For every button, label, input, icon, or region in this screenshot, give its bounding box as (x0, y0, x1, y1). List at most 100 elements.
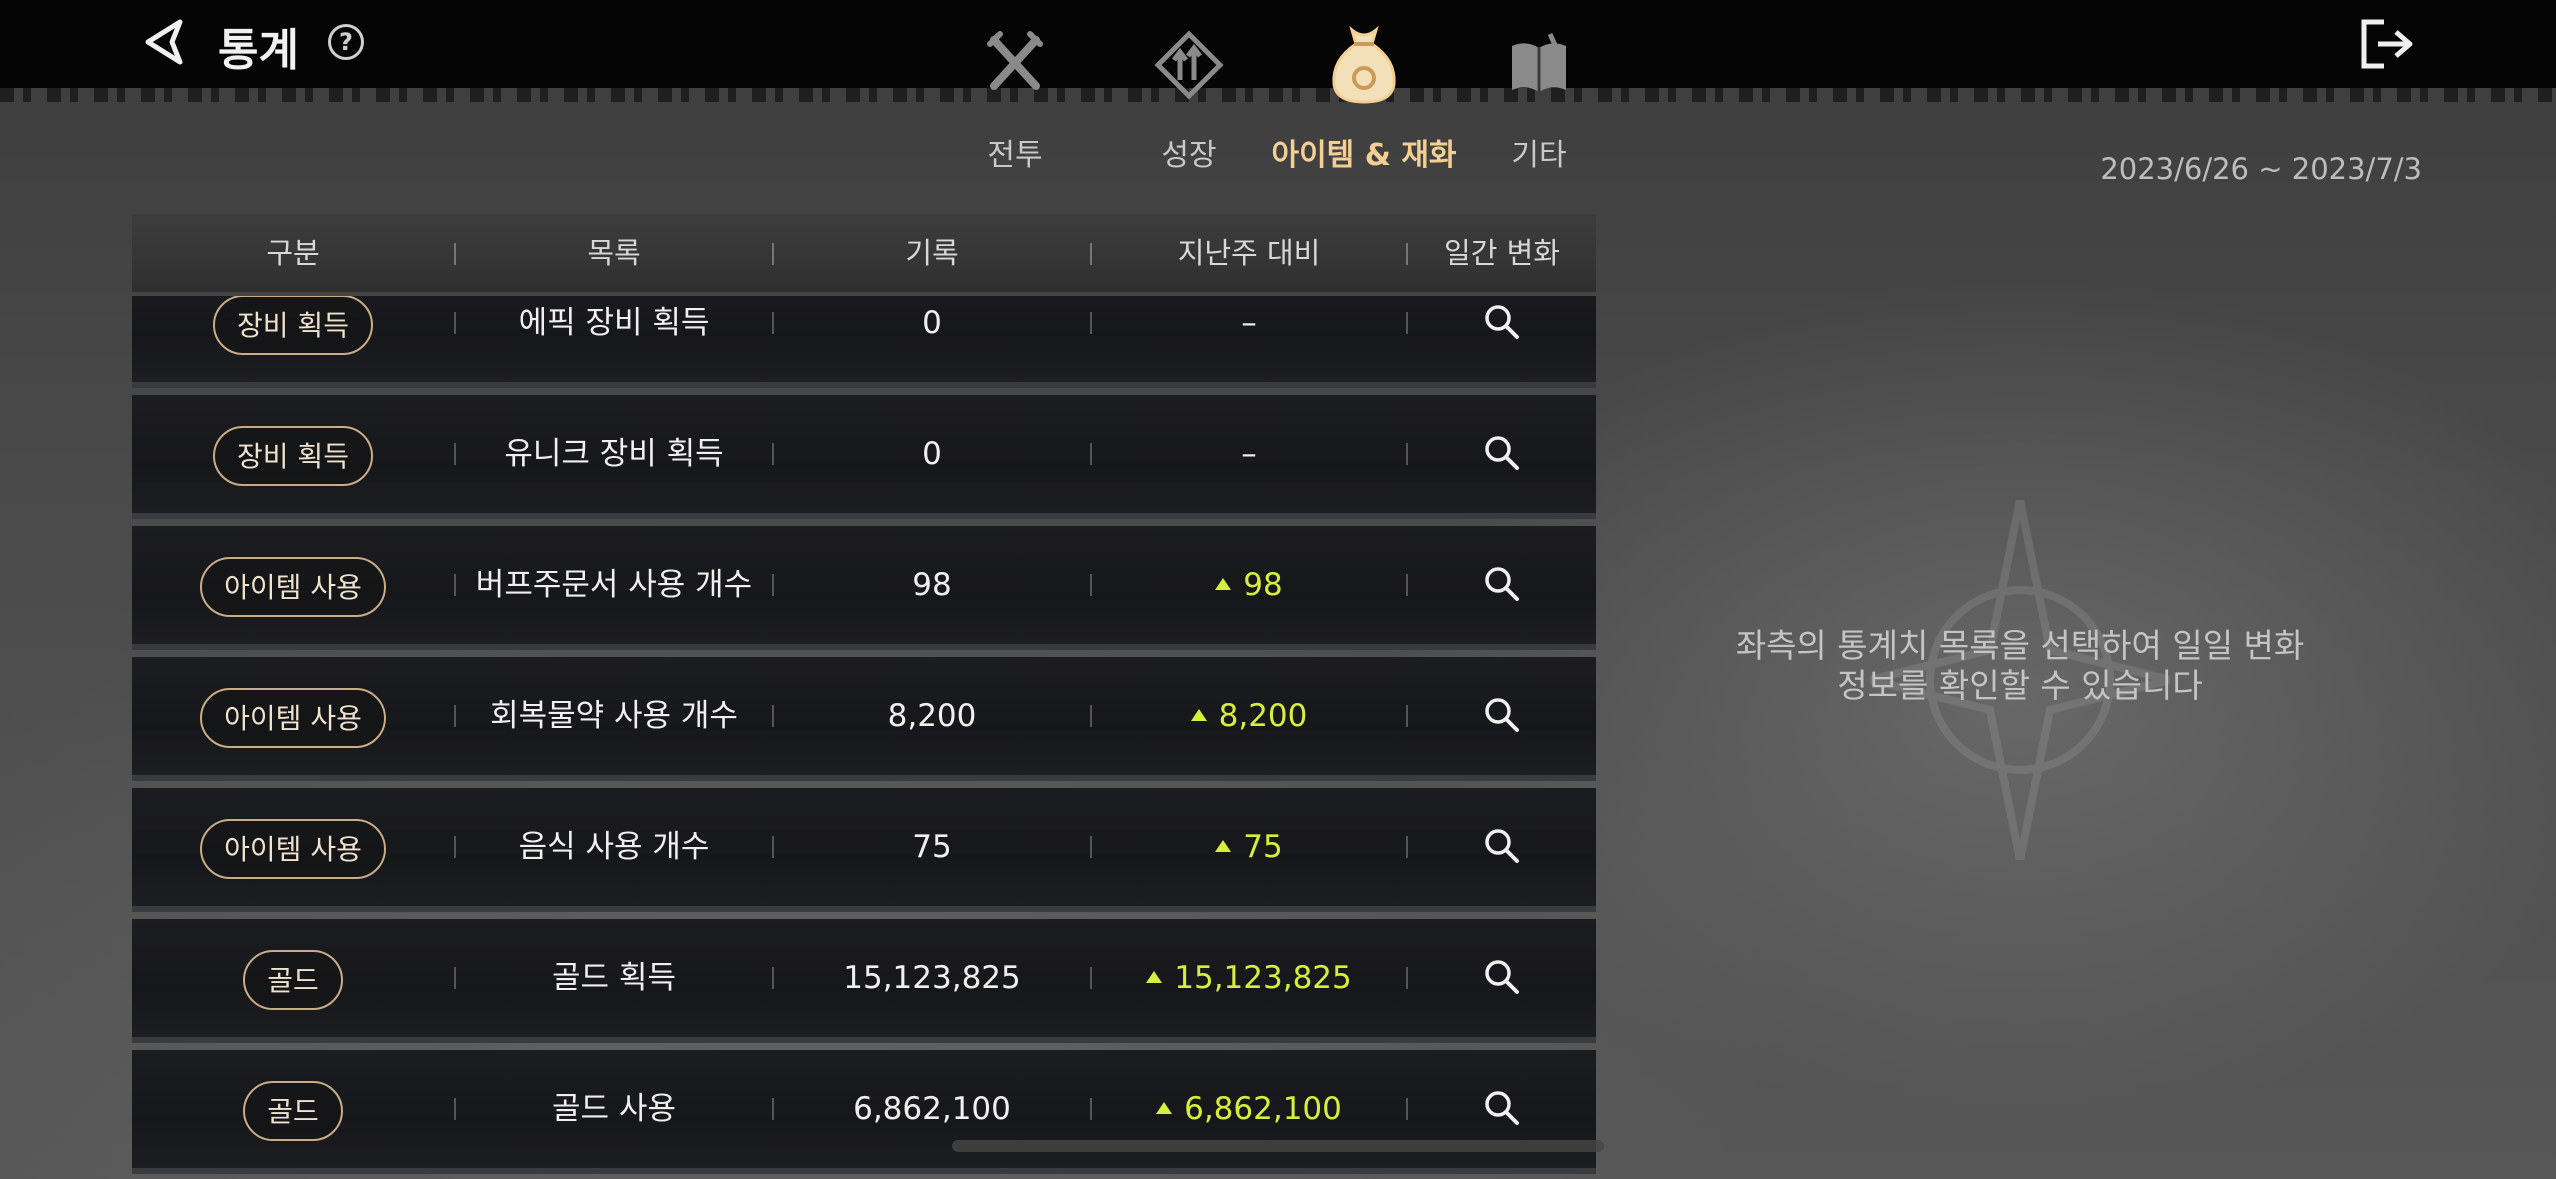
record-value: 0 (922, 305, 942, 341)
record-value: 0 (922, 436, 942, 472)
column-divider (772, 312, 774, 334)
tab-etc[interactable]: 기타 (1444, 22, 1634, 173)
category-cell: 골드 (132, 919, 454, 1037)
column-divider (772, 1098, 774, 1120)
increase-triangle-icon (1215, 577, 1232, 590)
search-icon[interactable] (1482, 695, 1522, 735)
column-divider (454, 967, 456, 989)
header-category: 구분 (266, 236, 320, 270)
column-divider (1406, 443, 1408, 465)
back-arrow-icon[interactable] (140, 16, 192, 68)
growth-arrows-icon (1154, 30, 1224, 100)
vs-last-week-value: 98 (1243, 567, 1283, 603)
vs-last-week-value: – (1241, 305, 1257, 341)
vs-last-week-cell: 8,200 (1092, 657, 1406, 775)
tab-combat[interactable]: 전투 (920, 22, 1110, 173)
column-divider (454, 574, 456, 596)
column-divider (1406, 574, 1408, 596)
table-header: 구분 목록 기록 지난주 대비 일간 변화 (132, 214, 1596, 292)
category-cell: 아이템 사용 (132, 526, 454, 644)
item-name: 버프주문서 사용 개수 (475, 567, 753, 603)
column-divider (1090, 1098, 1092, 1120)
money-bag-icon (1332, 25, 1396, 104)
vs-last-week-value: 8,200 (1218, 698, 1308, 734)
column-divider (1406, 1098, 1408, 1120)
vs-last-week-cell: 75 (1092, 788, 1406, 906)
category-cell: 아이템 사용 (132, 788, 454, 906)
item-name: 회복물약 사용 개수 (490, 698, 738, 734)
column-divider (454, 312, 456, 334)
vs-last-week-cell: – (1092, 296, 1406, 382)
column-divider (1406, 312, 1408, 334)
item-name: 음식 사용 개수 (518, 829, 710, 865)
tab-growth[interactable]: 성장 (1094, 22, 1284, 173)
tab-label: 성장 (1161, 138, 1217, 173)
table-row[interactable]: 아이템 사용 버프주문서 사용 개수 98 98 (132, 526, 1596, 650)
search-icon[interactable] (1482, 564, 1522, 604)
search-icon[interactable] (1482, 826, 1522, 866)
vs-last-week-value: 15,123,825 (1174, 960, 1352, 996)
hint-line-2: 정보를 확인할 수 있습니다 (1837, 666, 2203, 705)
category-badge: 장비 획득 (213, 296, 373, 355)
header-record: 기록 (905, 236, 959, 270)
column-divider (772, 967, 774, 989)
record-value: 15,123,825 (843, 960, 1021, 996)
column-divider (1090, 312, 1092, 334)
tab-label: 아이템 & 재화 (1271, 138, 1457, 173)
table-row[interactable]: 장비 획득 에픽 장비 획득 0 – (132, 296, 1596, 388)
tab-label: 기타 (1511, 138, 1567, 173)
column-divider (1090, 443, 1092, 465)
tab-items-currency[interactable]: 아이템 & 재화 (1264, 22, 1464, 173)
vs-last-week-value: – (1241, 436, 1257, 472)
category-badge: 아이템 사용 (200, 556, 386, 617)
search-icon[interactable] (1482, 302, 1522, 342)
increase-triangle-icon (1156, 1101, 1173, 1114)
page-title: 통계 (218, 25, 299, 76)
search-icon[interactable] (1482, 1088, 1522, 1128)
column-divider (1090, 574, 1092, 596)
search-icon[interactable] (1482, 433, 1522, 473)
table-row[interactable]: 골드 골드 사용 6,862,100 6,862,100 (132, 1050, 1596, 1174)
help-button[interactable]: ? (328, 24, 364, 60)
record-value: 98 (912, 567, 952, 603)
tab-label: 전투 (987, 138, 1043, 173)
column-divider (1090, 705, 1092, 727)
table-row[interactable]: 장비 획득 유니크 장비 획득 0 – (132, 395, 1596, 519)
increase-triangle-icon (1215, 839, 1232, 852)
item-name: 유니크 장비 획득 (504, 436, 724, 472)
column-divider (454, 1098, 456, 1120)
header-vs-last-week: 지난주 대비 (1177, 236, 1321, 270)
vs-last-week-cell: 15,123,825 (1092, 919, 1406, 1037)
table-row[interactable]: 골드 골드 획득 15,123,825 15,123,825 (132, 919, 1596, 1043)
column-divider (454, 443, 456, 465)
book-icon (1512, 32, 1566, 92)
category-badge: 아이템 사용 (200, 818, 386, 879)
table-row[interactable]: 아이템 사용 회복물약 사용 개수 8,200 8,200 (132, 657, 1596, 781)
vs-last-week-value: 6,862,100 (1184, 1091, 1342, 1127)
column-divider (772, 443, 774, 465)
vs-last-week-cell: – (1092, 395, 1406, 513)
item-name: 에픽 장비 획득 (518, 305, 710, 341)
table-body[interactable]: 장비 획득 에픽 장비 획득 0– 장비 획득 유니크 장비 획득 0– 아이템 사용 버프주… (132, 296, 1596, 1179)
category-cell: 아이템 사용 (132, 657, 454, 775)
exit-icon[interactable] (2358, 18, 2416, 70)
date-range: 2023/6/26 ~ 2023/7/3 (2100, 152, 2422, 186)
column-divider (1406, 967, 1408, 989)
empty-state-hint: 좌측의 통계치 목록을 선택하여 일일 변화 정보를 확인할 수 있습니다 (1700, 626, 2340, 706)
increase-triangle-icon (1146, 970, 1163, 983)
category-badge: 장비 획득 (213, 425, 373, 486)
column-divider (772, 836, 774, 858)
scrollbar[interactable] (952, 1140, 1604, 1152)
category-badge: 아이템 사용 (200, 687, 386, 748)
vs-last-week-cell: 98 (1092, 526, 1406, 644)
category-badge: 골드 (243, 1080, 343, 1141)
column-divider (454, 836, 456, 858)
column-divider (772, 574, 774, 596)
search-icon[interactable] (1482, 957, 1522, 997)
category-badge: 골드 (243, 949, 343, 1010)
record-value: 75 (912, 829, 952, 865)
category-cell: 골드 (132, 1050, 454, 1168)
table-row[interactable]: 아이템 사용 음식 사용 개수 75 75 (132, 788, 1596, 912)
header-daily-change: 일간 변화 (1444, 236, 1560, 270)
category-cell: 장비 획득 (132, 296, 454, 382)
